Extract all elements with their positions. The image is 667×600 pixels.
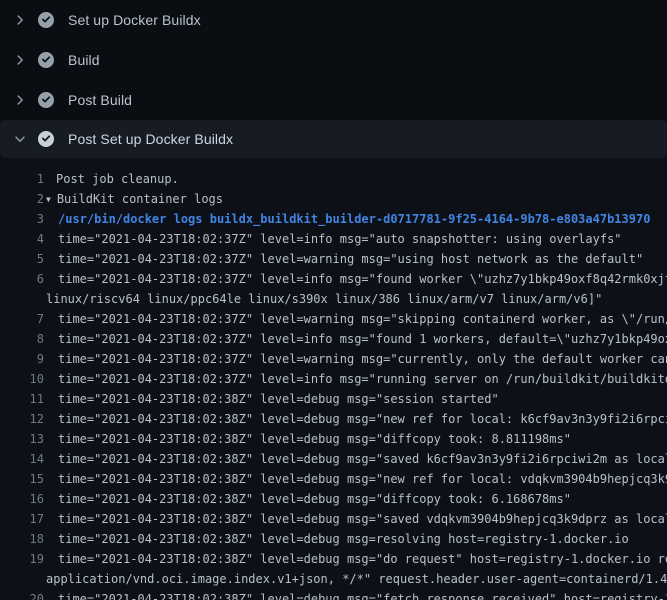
check-circle-icon xyxy=(38,131,54,147)
log-line: 11 time="2021-04-23T18:02:38Z" level=deb… xyxy=(0,389,667,409)
log-line: 9 time="2021-04-23T18:02:37Z" level=warn… xyxy=(0,349,667,369)
line-text: time="2021-04-23T18:02:38Z" level=debug … xyxy=(44,409,667,429)
line-number[interactable]: 13 xyxy=(0,429,44,449)
log-line: 16 time="2021-04-23T18:02:38Z" level=deb… xyxy=(0,489,667,509)
line-text: Post job cleanup. xyxy=(44,169,179,189)
log-area: 1 Post job cleanup. 2 ▼BuildKit containe… xyxy=(0,158,667,600)
line-text: time="2021-04-23T18:02:37Z" level=info m… xyxy=(44,329,667,349)
line-number[interactable]: 18 xyxy=(0,529,44,549)
triangle-down-icon: ▼ xyxy=(46,190,51,210)
line-text: time="2021-04-23T18:02:38Z" level=debug … xyxy=(44,509,667,529)
line-text: time="2021-04-23T18:02:37Z" level=info m… xyxy=(44,369,667,389)
line-text: time="2021-04-23T18:02:38Z" level=debug … xyxy=(44,449,667,469)
log-line: 19 time="2021-04-23T18:02:38Z" level=deb… xyxy=(0,549,667,569)
step-label: Build xyxy=(68,52,100,68)
line-number[interactable]: 7 xyxy=(0,309,44,329)
line-number[interactable]: 2 xyxy=(0,189,44,209)
line-number[interactable]: 14 xyxy=(0,449,44,469)
line-text: time="2021-04-23T18:02:37Z" level=warnin… xyxy=(44,249,643,269)
step-label: Set up Docker Buildx xyxy=(68,12,201,28)
chevron-right-icon xyxy=(12,12,28,28)
log-line: 13 time="2021-04-23T18:02:38Z" level=deb… xyxy=(0,429,667,449)
line-text: application/vnd.oci.image.index.v1+json,… xyxy=(44,569,667,589)
line-number[interactable]: 16 xyxy=(0,489,44,509)
line-number[interactable]: 4 xyxy=(0,229,44,249)
step-label: Post Build xyxy=(68,92,132,108)
line-number[interactable]: 11 xyxy=(0,389,44,409)
step-row-post-build[interactable]: Post Build xyxy=(0,80,667,120)
check-circle-icon xyxy=(38,12,54,28)
check-circle-icon xyxy=(38,92,54,108)
line-text: time="2021-04-23T18:02:38Z" level=debug … xyxy=(44,489,571,509)
step-row-set-up-docker-buildx[interactable]: Set up Docker Buildx xyxy=(0,0,667,40)
log-line: 2 ▼BuildKit container logs xyxy=(0,189,667,209)
chevron-down-icon xyxy=(12,131,28,147)
log-line: linux/riscv64 linux/ppc64le linux/s390x … xyxy=(0,289,667,309)
step-label: Post Set up Docker Buildx xyxy=(68,131,233,147)
line-number[interactable]: 9 xyxy=(0,349,44,369)
line-number[interactable]: 17 xyxy=(0,509,44,529)
check-circle-icon xyxy=(38,52,54,68)
log-line: 17 time="2021-04-23T18:02:38Z" level=deb… xyxy=(0,509,667,529)
log-line: 18 time="2021-04-23T18:02:38Z" level=deb… xyxy=(0,529,667,549)
line-number[interactable]: 19 xyxy=(0,549,44,569)
line-number[interactable]: 20 xyxy=(0,589,44,600)
line-text: time="2021-04-23T18:02:37Z" level=info m… xyxy=(44,229,622,249)
line-number[interactable]: 15 xyxy=(0,469,44,489)
line-text: time="2021-04-23T18:02:38Z" level=debug … xyxy=(44,429,571,449)
step-row-post-set-up-docker-buildx[interactable]: Post Set up Docker Buildx xyxy=(0,120,667,158)
line-number[interactable]: 10 xyxy=(0,369,44,389)
line-number[interactable]: 6 xyxy=(0,269,44,289)
line-text: time="2021-04-23T18:02:38Z" level=debug … xyxy=(44,389,499,409)
line-text: time="2021-04-23T18:02:38Z" level=debug … xyxy=(44,529,629,549)
line-text: time="2021-04-23T18:02:38Z" level=debug … xyxy=(44,549,667,569)
log-line: 4 time="2021-04-23T18:02:37Z" level=info… xyxy=(0,229,667,249)
line-text: /usr/bin/docker logs buildx_buildkit_bui… xyxy=(44,209,650,229)
line-text: time="2021-04-23T18:02:37Z" level=warnin… xyxy=(44,309,667,329)
line-number xyxy=(0,569,44,589)
log-line: 7 time="2021-04-23T18:02:37Z" level=warn… xyxy=(0,309,667,329)
log-line: 8 time="2021-04-23T18:02:37Z" level=info… xyxy=(0,329,667,349)
log-line: 14 time="2021-04-23T18:02:38Z" level=deb… xyxy=(0,449,667,469)
line-text: linux/riscv64 linux/ppc64le linux/s390x … xyxy=(44,289,602,309)
log-line: 5 time="2021-04-23T18:02:37Z" level=warn… xyxy=(0,249,667,269)
log-line: 10 time="2021-04-23T18:02:37Z" level=inf… xyxy=(0,369,667,389)
log-line: application/vnd.oci.image.index.v1+json,… xyxy=(0,569,667,589)
line-text[interactable]: ▼BuildKit container logs xyxy=(44,189,223,209)
line-number[interactable]: 3 xyxy=(0,209,44,229)
step-list: Set up Docker Buildx Build Post Build Po… xyxy=(0,0,667,158)
line-number xyxy=(0,289,44,309)
line-text: time="2021-04-23T18:02:37Z" level=warnin… xyxy=(44,349,667,369)
log-line: 3 /usr/bin/docker logs buildx_buildkit_b… xyxy=(0,209,667,229)
line-number[interactable]: 1 xyxy=(0,169,44,189)
log-line: 12 time="2021-04-23T18:02:38Z" level=deb… xyxy=(0,409,667,429)
line-number[interactable]: 8 xyxy=(0,329,44,349)
log-line: 1 Post job cleanup. xyxy=(0,169,667,189)
chevron-right-icon xyxy=(12,52,28,68)
line-number[interactable]: 12 xyxy=(0,409,44,429)
log-line: 20 time="2021-04-23T18:02:38Z" level=deb… xyxy=(0,589,667,600)
chevron-right-icon xyxy=(12,92,28,108)
log-line: 15 time="2021-04-23T18:02:38Z" level=deb… xyxy=(0,469,667,489)
step-row-build[interactable]: Build xyxy=(0,40,667,80)
log-line: 6 time="2021-04-23T18:02:37Z" level=info… xyxy=(0,269,667,289)
line-number[interactable]: 5 xyxy=(0,249,44,269)
line-text: time="2021-04-23T18:02:37Z" level=info m… xyxy=(44,269,667,289)
line-text: time="2021-04-23T18:02:38Z" level=debug … xyxy=(44,469,667,489)
line-text: time="2021-04-23T18:02:38Z" level=debug … xyxy=(44,589,667,600)
